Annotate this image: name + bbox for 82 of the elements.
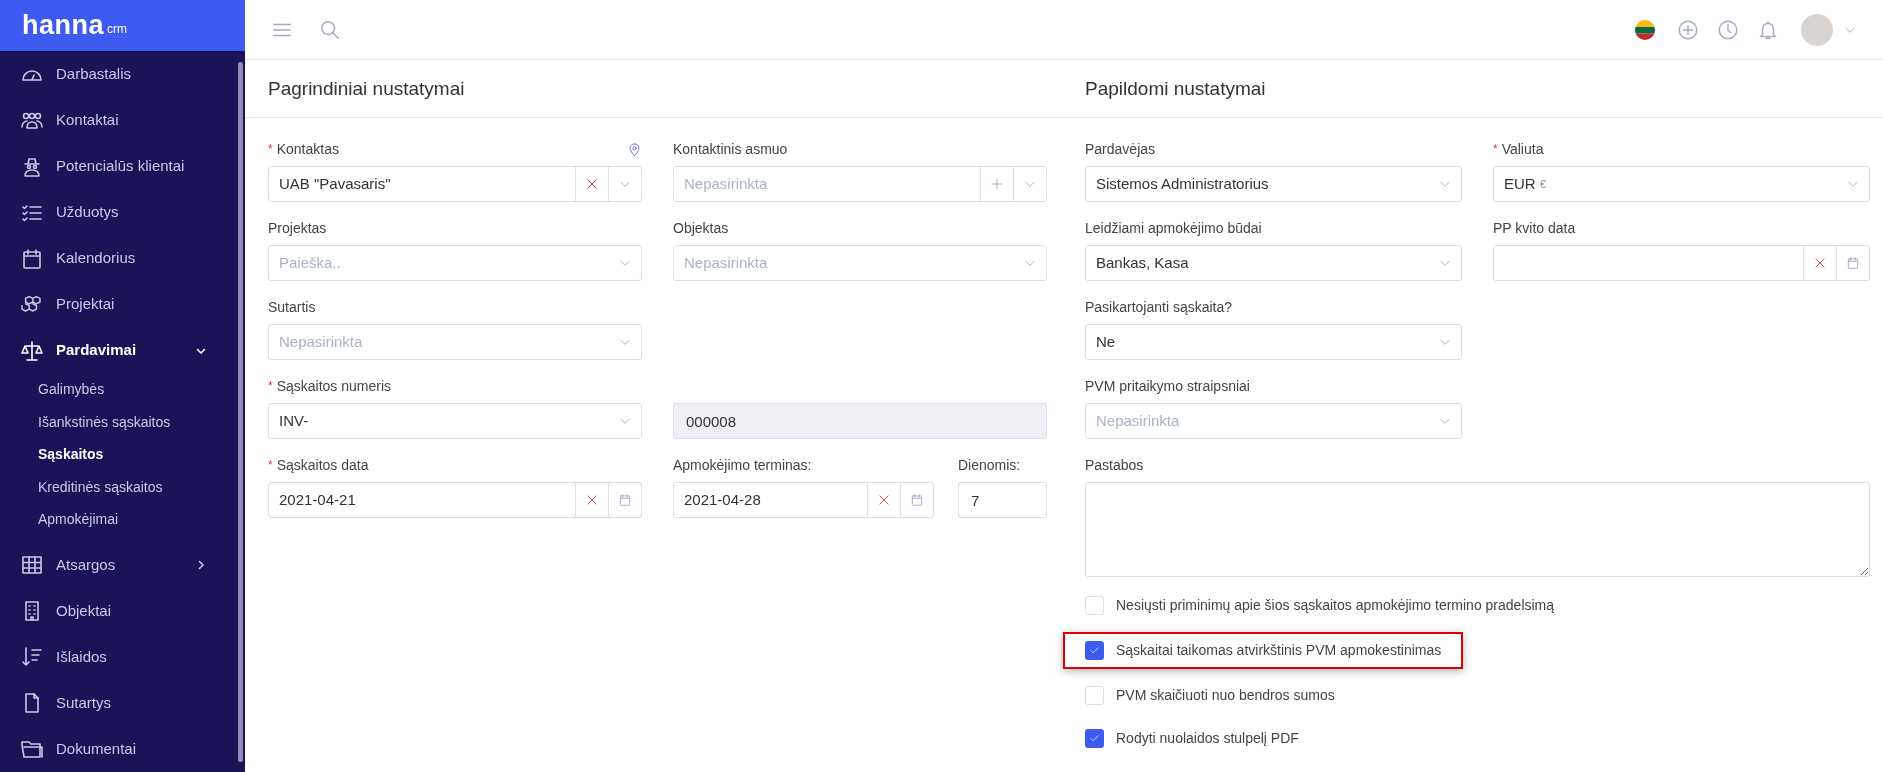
field-label: Pasikartojanti sąskaita? xyxy=(1085,297,1234,317)
required-mark: * xyxy=(268,457,273,474)
dropdown-field[interactable]: Sistemos Administratorius xyxy=(1085,166,1462,202)
field-label: Apmokėjimo terminas: xyxy=(673,455,813,475)
clear-icon xyxy=(585,177,599,191)
sidebar-item[interactable]: Sutartys xyxy=(0,680,245,726)
dropdown-field[interactable]: UAB "Pavasaris" xyxy=(268,166,642,202)
date-field[interactable] xyxy=(1493,245,1870,281)
field-label: Objektas xyxy=(673,218,730,238)
sidebar-item[interactable]: Atsargos xyxy=(0,542,245,588)
calendar-icon xyxy=(910,493,924,507)
required-mark: * xyxy=(268,378,273,395)
field-label: Sąskaitos data xyxy=(276,455,370,475)
field-label: PP kvito data xyxy=(1493,218,1577,238)
sidebar-subitem[interactable]: Kreditinės sąskaitos xyxy=(0,471,245,504)
sidebar-item[interactable]: Potencialūs klientai xyxy=(0,143,245,190)
checkbox[interactable] xyxy=(1085,641,1104,660)
dropdown-field[interactable]: Ne xyxy=(1085,324,1462,360)
field-label: Projektas xyxy=(268,218,328,238)
checkbox[interactable] xyxy=(1085,686,1104,705)
date-field[interactable]: 2021-04-21 xyxy=(268,482,642,518)
grid-icon xyxy=(20,553,44,577)
sidebar-subitem[interactable]: Apmokėjimai xyxy=(0,503,245,536)
notes-field[interactable] xyxy=(1085,482,1870,577)
sidebar-item[interactable]: Darbastalis xyxy=(0,51,245,98)
search-icon[interactable] xyxy=(319,18,341,41)
text-field[interactable]: 7 xyxy=(958,482,1047,518)
field-label: PVM pritaikymo straipsniai xyxy=(1085,376,1251,396)
section-title: Papildomi nustatymai xyxy=(1085,77,1266,102)
clear-icon xyxy=(585,493,599,507)
sidebar-item[interactable]: Dokumentai xyxy=(0,726,245,772)
sidebar-item[interactable]: Išlaidos xyxy=(0,634,245,680)
calendar-icon xyxy=(20,246,44,271)
required-mark: * xyxy=(268,141,273,158)
add-icon xyxy=(990,177,1004,191)
dropdown-field[interactable]: EUR € xyxy=(1493,166,1870,202)
dropdown-field[interactable]: Bankas, Kasa xyxy=(1085,245,1462,281)
field-label: Pardavėjas xyxy=(1085,139,1157,159)
calendar-icon xyxy=(618,493,632,507)
field-label: Sąskaitos numeris xyxy=(276,376,393,396)
checkbox-label: PVM skaičiuoti nuo bendros sumos xyxy=(1116,686,1335,705)
field-label: Leidžiami apmokėjimo būdai xyxy=(1085,218,1263,238)
sidebar-subitem[interactable]: Sąskaitos xyxy=(0,438,245,471)
logo-suffix: crm xyxy=(107,23,127,36)
sidebar-item[interactable]: Užduotys xyxy=(0,189,245,236)
sidebar-subitem[interactable]: Išankstinės sąskaitos xyxy=(0,406,245,439)
clock-icon[interactable] xyxy=(1717,18,1739,41)
sort-icon xyxy=(20,645,44,669)
flag-icon[interactable] xyxy=(1635,19,1655,40)
plus-circle-icon[interactable] xyxy=(1677,18,1699,41)
checkbox-label: Sąskaitai taikomas atvirkštinis PVM apmokestinimas xyxy=(1116,641,1442,660)
checkmark-icon xyxy=(1089,645,1100,656)
logo-text: hanna xyxy=(22,11,104,39)
clear-icon xyxy=(877,493,891,507)
sidebar-item[interactable]: Projektai xyxy=(0,281,245,328)
section-title: Pagrindiniai nustatymai xyxy=(268,77,465,102)
bell-icon[interactable] xyxy=(1757,18,1779,41)
checkbox-label: Rodyti nuolaidos stulpelį PDF xyxy=(1116,729,1299,748)
scales-icon xyxy=(20,338,44,363)
location-pin-icon[interactable] xyxy=(627,141,642,157)
field-label: Pastabos xyxy=(1085,455,1145,475)
avatar[interactable] xyxy=(1801,13,1833,46)
sidebar-item[interactable]: Objektai xyxy=(0,588,245,634)
dropdown-field[interactable]: INV- xyxy=(268,403,642,439)
sidebar-item[interactable]: Kalendorius xyxy=(0,235,245,282)
field-label: Kontaktinis asmuo xyxy=(673,139,789,159)
calendar-icon xyxy=(1846,256,1860,270)
required-mark: * xyxy=(1493,141,1498,158)
checkbox[interactable] xyxy=(1085,596,1104,615)
date-field[interactable]: 2021-04-28 xyxy=(673,482,934,518)
checkmark-icon xyxy=(1089,733,1100,744)
field-label: Sutartis xyxy=(268,297,317,317)
sidebar-item[interactable]: Pardavimai xyxy=(0,327,245,374)
field-label: Kontaktas xyxy=(276,139,340,159)
field-label: Valiuta xyxy=(1501,139,1545,159)
sidebar-subitem[interactable]: Galimybės xyxy=(0,373,245,406)
clear-icon xyxy=(1813,256,1827,270)
checkbox-label: Nesiųsti priminimų apie šios sąskaitos apmokėjimo termino pradelsimą xyxy=(1116,596,1555,615)
scrollbar[interactable] xyxy=(238,62,243,762)
sidebar-item[interactable]: Kontaktai xyxy=(0,97,245,144)
field-label: Dienomis: xyxy=(958,455,1022,475)
checkbox[interactable] xyxy=(1085,729,1104,748)
